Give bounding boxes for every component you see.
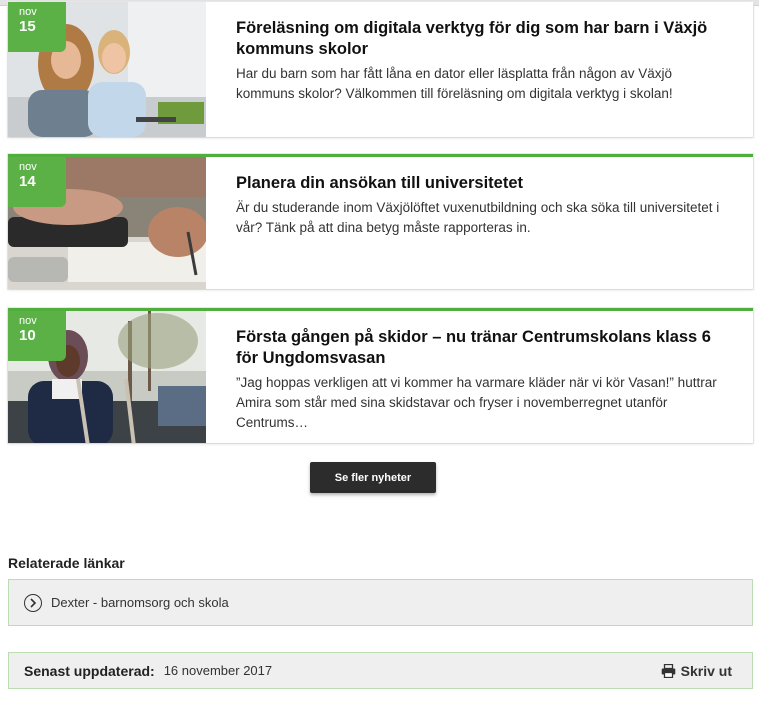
news-title[interactable]: Första gången på skidor – nu tränar Cent…	[236, 327, 723, 369]
date-badge: nov 15	[8, 2, 66, 52]
news-excerpt: Är du studerande inom Växjölöftet vuxenu…	[236, 200, 720, 235]
news-excerpt: ”Jag hoppas verkligen att vi kommer ha v…	[236, 375, 717, 430]
last-updated-bar: Senast uppdaterad: 16 november 2017 Skri…	[8, 652, 753, 689]
printer-icon	[661, 663, 675, 678]
date-day: 15	[19, 18, 36, 35]
news-image: nov 15	[8, 2, 206, 137]
news-image: nov 14	[8, 157, 206, 289]
news-title[interactable]: Föreläsning om digitala verktyg för dig …	[236, 18, 723, 60]
date-month: nov	[19, 6, 37, 18]
news-image: nov 10	[8, 311, 206, 443]
print-label: Skriv ut	[680, 662, 732, 679]
news-excerpt: Har du barn som har fått låna en dator e…	[236, 66, 673, 101]
date-day: 10	[19, 327, 36, 344]
related-link-item[interactable]: Dexter - barnomsorg och skola	[8, 579, 753, 626]
news-card[interactable]: nov 10 Första gången på skidor – nu trän…	[8, 308, 753, 443]
more-news-button[interactable]: Se fler nyheter	[310, 462, 436, 493]
news-card[interactable]: nov 15 Föreläsning om digitala verktyg f…	[8, 2, 753, 137]
last-updated-date: 16 november 2017	[163, 663, 273, 678]
related-links-heading: Relaterade länkar	[8, 555, 125, 571]
date-badge: nov 10	[8, 311, 66, 361]
date-day: 14	[19, 173, 36, 190]
last-updated-label: Senast uppdaterad:	[24, 662, 155, 679]
chevron-right-circle-icon	[24, 593, 42, 612]
date-month: nov	[19, 315, 37, 327]
print-button[interactable]: Skriv ut	[661, 663, 732, 679]
news-card[interactable]: nov 14 Planera din ansökan till universi…	[8, 154, 753, 289]
related-link-label[interactable]: Dexter - barnomsorg och skola	[51, 595, 229, 610]
date-badge: nov 14	[8, 157, 66, 207]
news-title[interactable]: Planera din ansökan till universitetet	[236, 173, 723, 194]
date-month: nov	[19, 161, 37, 173]
